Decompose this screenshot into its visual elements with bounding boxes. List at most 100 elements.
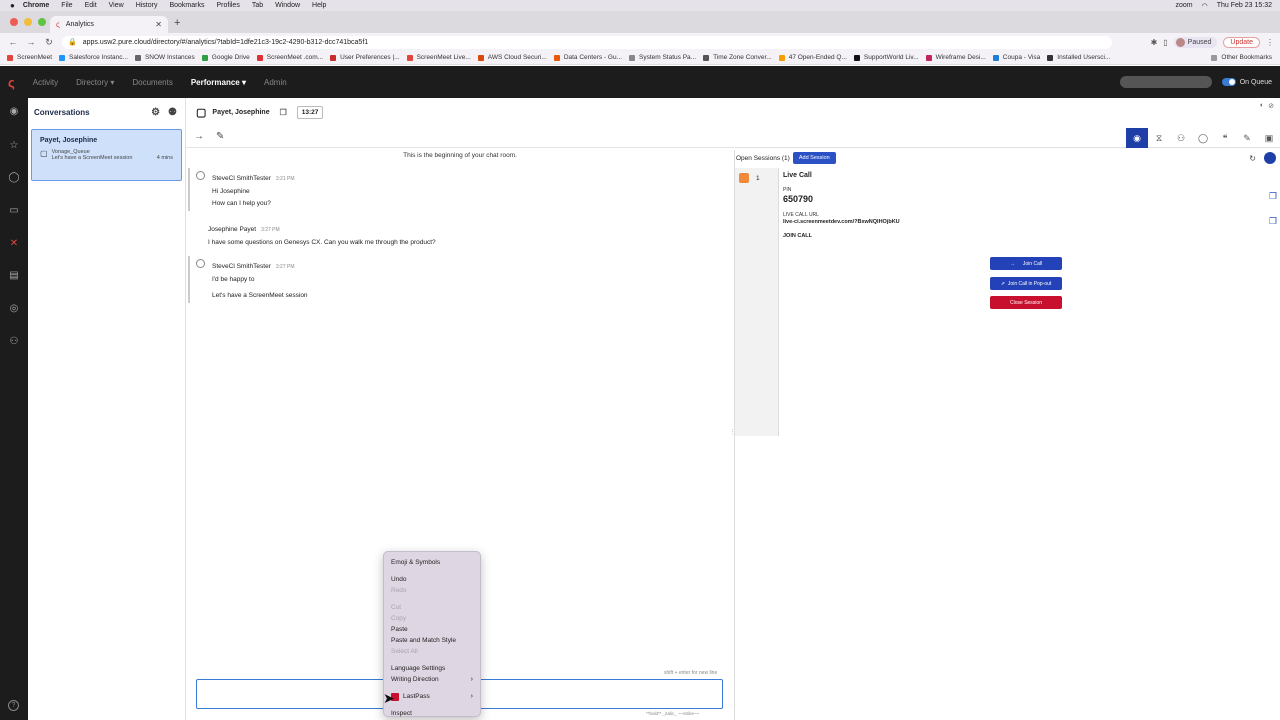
edit-icon[interactable]: ✎ [1236, 128, 1258, 148]
lock-icon[interactable]: 🔒 [68, 38, 77, 46]
zoom-status[interactable]: zoom [1176, 2, 1193, 9]
copy-url-icon[interactable]: ❐ [1269, 216, 1277, 227]
menu-item-emoji[interactable]: Emoji & Symbols [384, 557, 480, 568]
menu-history[interactable]: History [136, 2, 158, 9]
menu-tab[interactable]: Tab [252, 2, 263, 9]
reload-icon[interactable]: ↻ [44, 37, 54, 48]
bookmark[interactable]: ScreenMeet .com... [256, 54, 323, 61]
nav-directory[interactable]: Directory ▾ [76, 78, 114, 87]
wrapup-icon[interactable]: ✎ [216, 131, 224, 142]
inbox-icon[interactable]: ▤ [7, 270, 21, 284]
bookmark[interactable]: User Preferences |... [330, 54, 400, 61]
menu-window[interactable]: Window [275, 2, 300, 9]
user-icon[interactable] [1264, 152, 1276, 164]
extension-icon[interactable]: ✱ [1151, 38, 1158, 47]
menu-app[interactable]: Chrome [23, 2, 49, 9]
clipboard-icon[interactable]: ▣ [1258, 128, 1280, 148]
menu-item-inspect[interactable]: Inspect [384, 708, 480, 719]
join-call-popout-button[interactable]: ⇗ Join Call in Pop-out [990, 277, 1062, 290]
clock[interactable]: Thu Feb 23 15:32 [1217, 2, 1272, 9]
help-icon[interactable]: ? [8, 700, 19, 711]
user-profile-icon[interactable]: ◉ [7, 106, 21, 120]
screenmeet-icon[interactable]: ✕ [7, 238, 21, 252]
genesys-logo-icon[interactable]: ς [8, 75, 15, 90]
agent-status-icon[interactable]: ⚇ [7, 336, 21, 350]
kebab-menu-icon[interactable]: ⋮ [1266, 38, 1274, 47]
apple-icon[interactable]: ● [10, 1, 15, 10]
bookmark[interactable]: SupportWorld Liv... [853, 54, 919, 61]
video-icon[interactable]: ▭ [7, 205, 21, 219]
add-session-button[interactable]: Add Session [792, 152, 836, 164]
queue-status[interactable]: On Queue [1221, 78, 1272, 86]
paused-label: Paused [1187, 38, 1212, 46]
favorites-icon[interactable]: ☆ [7, 140, 21, 154]
nav-documents[interactable]: Documents [132, 78, 172, 87]
bookmark[interactable]: Wireframe Desi... [925, 54, 986, 61]
copy-pin-icon[interactable]: ❐ [1269, 191, 1277, 202]
forward-icon[interactable]: → [26, 37, 36, 47]
app-search-input[interactable] [1119, 76, 1212, 88]
popout-icon[interactable]: ◐ [1260, 102, 1264, 110]
panel-close-icon[interactable]: ⊘ [1268, 102, 1274, 110]
update-button[interactable]: Update [1223, 36, 1260, 48]
contact-icon[interactable]: ◯ [1192, 128, 1214, 148]
menu-item-paste[interactable]: Paste [384, 624, 480, 635]
script-icon[interactable]: ⧖ [1148, 128, 1170, 148]
bookmark[interactable]: System Status Pa... [628, 54, 696, 61]
profile-button[interactable]: Paused [1173, 36, 1218, 48]
maximize-window-button[interactable] [38, 18, 46, 26]
bookmark[interactable]: Installed Usersci... [1047, 54, 1110, 61]
bookmark[interactable]: Data Centers - Gu... [553, 54, 622, 61]
menu-view[interactable]: View [109, 2, 124, 9]
url-input[interactable]: 🔒 apps.usw2.pure.cloud/directory/#/analy… [62, 35, 1112, 49]
bookmark[interactable]: SNOW Instances [134, 54, 195, 61]
menu-help[interactable]: Help [312, 2, 326, 9]
settings-gear-icon[interactable]: ⚙ [151, 107, 160, 118]
menu-bookmarks[interactable]: Bookmarks [169, 2, 204, 9]
nav-performance[interactable]: Performance ▾ [191, 78, 246, 87]
menu-file[interactable]: File [61, 2, 72, 9]
browser-tab[interactable]: ς Analytics ✕ [50, 16, 168, 33]
back-icon[interactable]: ← [8, 37, 18, 47]
participant-data-icon[interactable]: ⚇ [1170, 128, 1192, 148]
menu-item-undo[interactable]: Undo [384, 574, 480, 585]
on-queue-toggle[interactable] [1221, 78, 1236, 86]
join-call-button[interactable]: → Join Call [990, 257, 1062, 270]
nav-activity[interactable]: Activity [33, 78, 58, 87]
url-value: live-ci.screenmeetdev.com/?BxwNQIHOjbKU [783, 219, 900, 225]
bookmark[interactable]: ScreenMeet Live... [406, 54, 471, 61]
menu-item-paste-match[interactable]: Paste and Match Style [384, 635, 480, 646]
nav-admin[interactable]: Admin [264, 78, 287, 87]
close-tab-icon[interactable]: ✕ [155, 20, 162, 29]
refresh-icon[interactable]: ↻ [1249, 154, 1256, 163]
session-list-item[interactable]: 1 [735, 168, 778, 188]
menu-profiles[interactable]: Profiles [216, 2, 239, 9]
bookmark[interactable]: ScreenMeet [7, 54, 52, 61]
bookmark[interactable]: 47 Open-Ended Q... [778, 54, 847, 61]
support-icon[interactable]: ◎ [7, 303, 21, 317]
quote-icon[interactable]: ❝ [1214, 128, 1236, 148]
bookmark[interactable]: Coupa - Visa [992, 54, 1040, 61]
sidebar-icon[interactable]: ▯ [1163, 38, 1167, 47]
bookmark[interactable]: Google Drive [201, 54, 250, 61]
minimize-window-button[interactable] [24, 18, 32, 26]
bookmark[interactable]: Time Zone Conver... [703, 54, 772, 61]
screenmeet-tab-icon[interactable]: ◉ [1126, 128, 1148, 148]
other-bookmarks[interactable]: Other Bookmarks [1211, 54, 1272, 61]
menu-item-writing-direction[interactable]: Writing Direction › [384, 674, 480, 685]
bookmark[interactable]: Salesforce Instanc... [59, 54, 128, 61]
menu-item-language[interactable]: Language Settings [384, 663, 480, 674]
close-session-button[interactable]: Close Session [990, 296, 1062, 309]
menu-item-lastpass[interactable]: LastPass › [384, 691, 480, 702]
sessions-panel: ◐ ⊘ ◉ ⧖ ⚇ ◯ ❝ ✎ ▣ Open Sessions (1) Add … [735, 98, 1280, 720]
chat-icon[interactable]: ◯ [7, 172, 21, 186]
add-participant-icon[interactable]: ⚉ [168, 107, 177, 118]
new-tab-icon[interactable]: + [174, 17, 180, 29]
close-window-button[interactable] [10, 18, 18, 26]
menu-edit[interactable]: Edit [85, 2, 97, 9]
wifi-icon[interactable]: ◠ [1202, 2, 1208, 10]
transfer-icon[interactable]: → [194, 131, 204, 142]
conversation-card[interactable]: Payet, Josephine ▢ Vonage_Queue Let's ha… [31, 129, 182, 181]
bookmark[interactable]: AWS Cloud Securi... [477, 54, 547, 61]
copy-icon[interactable]: ❐ [280, 108, 287, 117]
